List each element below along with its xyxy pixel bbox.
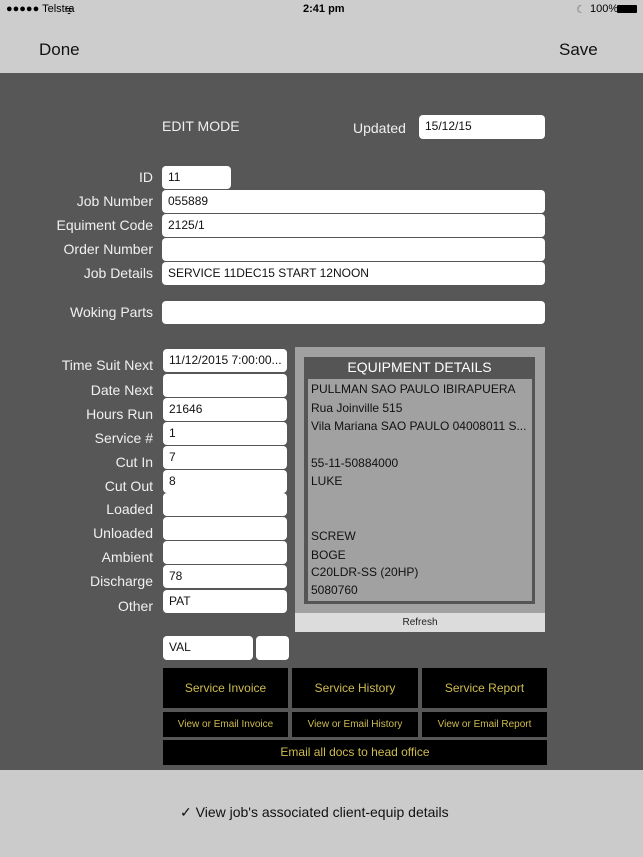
reading-input[interactable]: 1	[163, 422, 287, 445]
reading-input[interactable]: 78	[163, 565, 287, 588]
reading-label: Other	[117, 598, 153, 614]
done-button[interactable]: Done	[39, 40, 80, 60]
field-label: ID	[139, 169, 153, 185]
field-label: Woking Parts	[70, 304, 153, 320]
field-input[interactable]: SERVICE 11DEC15 START 12NOON	[162, 262, 545, 285]
edit-mode-title: EDIT MODE	[162, 118, 240, 134]
client-equip-label: View job's associated client-equip detai…	[195, 804, 449, 820]
battery-icon	[617, 5, 637, 13]
signature-extra-field[interactable]	[256, 636, 289, 660]
view-history-button[interactable]: View or Email History	[292, 712, 418, 737]
service-history-button[interactable]: Service History	[292, 668, 418, 708]
field-input[interactable]	[162, 301, 545, 324]
checkmark-icon: ✓	[180, 804, 192, 820]
equipment-line: LUKE	[311, 474, 343, 488]
clock: 2:41 pm	[303, 3, 345, 15]
equipment-line: 55-11-50884000	[311, 456, 399, 470]
updated-label: Updated	[353, 120, 406, 136]
equipment-line: 5080760	[311, 583, 358, 597]
equipment-line: C20LDR-SS (20HP)	[311, 565, 419, 579]
service-report-button[interactable]: Service Report	[422, 668, 547, 708]
field-label: Order Number	[63, 241, 153, 257]
field-label: Equiment Code	[56, 217, 153, 233]
updated-field[interactable]: 15/12/15	[419, 115, 545, 139]
reading-input[interactable]	[163, 517, 287, 540]
reading-input[interactable]: 8	[163, 470, 287, 493]
reading-label: Hours Run	[86, 406, 153, 422]
reading-label: Time Suit Next	[61, 357, 153, 373]
equipment-line: Rua Joinville 515	[311, 401, 403, 415]
reading-input[interactable]: 11/12/2015 7:00:00...	[163, 349, 287, 372]
reading-label: Ambient	[101, 549, 153, 565]
equipment-line: Vila Mariana SAO PAULO 04008011 S...	[311, 419, 527, 433]
equipment-line: SCREW	[311, 529, 356, 543]
view-report-button[interactable]: View or Email Report	[422, 712, 547, 737]
field-label: Job Number	[76, 193, 153, 209]
moon-icon: ☾	[576, 4, 586, 16]
equipment-title: EQUIPMENT DETAILS	[347, 359, 492, 375]
signature-field[interactable]: VAL	[163, 636, 253, 660]
wifi-icon: ᯤ	[64, 5, 75, 17]
field-input[interactable]: 11	[162, 166, 231, 189]
reading-label: Cut In	[115, 454, 153, 470]
reading-label: Loaded	[106, 501, 153, 517]
reading-label: Cut Out	[104, 478, 153, 494]
field-label: Job Details	[83, 265, 153, 281]
email-all-button[interactable]: Email all docs to head office	[163, 740, 547, 765]
refresh-button[interactable]: Refresh	[295, 613, 545, 632]
view-invoice-button[interactable]: View or Email Invoice	[163, 712, 288, 737]
reading-input[interactable]: 21646	[163, 398, 287, 421]
reading-label: Unloaded	[93, 525, 153, 541]
service-invoice-button[interactable]: Service Invoice	[163, 668, 288, 708]
reading-label: Date Next	[90, 382, 153, 398]
field-input[interactable]: 2125/1	[162, 214, 545, 237]
reading-input[interactable]	[163, 493, 287, 516]
field-input[interactable]: 055889	[162, 190, 545, 213]
reading-input[interactable]: 7	[163, 446, 287, 469]
equipment-line: PULLMAN SAO PAULO IBIRAPUERA	[311, 382, 516, 396]
save-button[interactable]: Save	[559, 40, 598, 60]
battery-percent: 100%	[590, 3, 619, 15]
reading-input[interactable]: PAT	[163, 590, 287, 613]
reading-label: Discharge	[89, 573, 153, 589]
reading-input[interactable]	[163, 374, 287, 397]
client-equip-toggle[interactable]: ✓ View job's associated client-equip det…	[180, 804, 449, 821]
equipment-line: BOGE	[311, 548, 346, 562]
reading-input[interactable]	[163, 541, 287, 564]
reading-label: Service #	[94, 430, 153, 446]
field-input[interactable]	[162, 238, 545, 261]
